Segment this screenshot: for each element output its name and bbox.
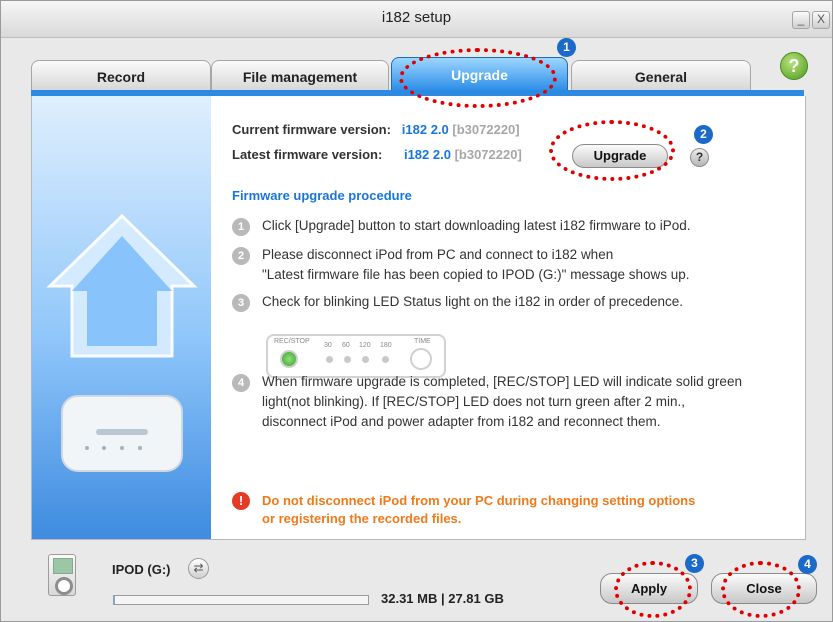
badge-4-icon: 4 bbox=[798, 555, 817, 574]
annotation-ellipse-close bbox=[721, 561, 801, 618]
led-label-60: 60 bbox=[342, 342, 350, 349]
procedure-step-2: 2 Please disconnect iPod from PC and con… bbox=[232, 245, 690, 285]
led-60-icon bbox=[344, 356, 351, 363]
warning-text: Do not disconnect iPod from your PC duri… bbox=[262, 493, 696, 526]
storage-usage: 32.31 MB | 27.81 GB bbox=[381, 591, 504, 606]
current-firmware-row: Current firmware version: i182 2.0 [b307… bbox=[232, 122, 520, 137]
current-firmware-label: Current firmware version: bbox=[232, 122, 391, 137]
rec-stop-led-icon bbox=[280, 350, 298, 368]
device-name: IPOD (G:) bbox=[112, 562, 171, 577]
time-button-icon bbox=[410, 348, 432, 370]
led-120-icon bbox=[362, 356, 369, 363]
storage-progress-bar bbox=[113, 595, 369, 605]
help-icon[interactable]: ? bbox=[780, 52, 808, 80]
warning-message: ! Do not disconnect iPod from your PC du… bbox=[232, 492, 695, 528]
step-number-icon: 4 bbox=[232, 374, 250, 392]
latest-firmware-label: Latest firmware version: bbox=[232, 147, 383, 162]
upload-arrow-icon bbox=[46, 213, 198, 472]
led-label-30: 30 bbox=[324, 342, 332, 349]
led-label-time: TIME bbox=[414, 338, 431, 345]
led-label-180: 180 bbox=[380, 342, 392, 349]
status-bar bbox=[1, 541, 832, 621]
upgrade-help-icon[interactable]: ? bbox=[690, 148, 709, 167]
upgrade-panel: Current firmware version: i182 2.0 [b307… bbox=[31, 96, 806, 540]
procedure-step-4: 4 When firmware upgrade is completed, [R… bbox=[232, 372, 742, 432]
badge-1-icon: 1 bbox=[557, 38, 576, 57]
tab-record[interactable]: Record bbox=[31, 60, 211, 91]
procedure-step-1: 1 Click [Upgrade] button to start downlo… bbox=[232, 216, 690, 236]
current-firmware-version: i182 2.0 bbox=[401, 122, 449, 137]
annotation-ellipse-upgrade-button bbox=[549, 120, 675, 181]
led-30-icon bbox=[326, 356, 333, 363]
refresh-icon[interactable]: ⇄ bbox=[188, 558, 209, 579]
close-window-button[interactable]: X bbox=[812, 11, 830, 29]
step-number-icon: 3 bbox=[232, 294, 250, 312]
latest-firmware-version: i182 2.0 bbox=[403, 147, 451, 162]
window-title: i182 setup bbox=[381, 9, 452, 26]
step-text: Click [Upgrade] button to start download… bbox=[262, 218, 691, 233]
warning-icon: ! bbox=[232, 492, 250, 510]
tab-file-management[interactable]: File management bbox=[211, 60, 389, 91]
annotation-ellipse-upgrade-tab bbox=[399, 48, 557, 108]
procedure-title: Firmware upgrade procedure bbox=[232, 188, 412, 203]
current-firmware-build: [b3072220] bbox=[452, 122, 520, 137]
tab-general[interactable]: General bbox=[571, 60, 751, 91]
led-label-120: 120 bbox=[359, 342, 371, 349]
led-label-rec-stop: REC/STOP bbox=[274, 338, 310, 345]
device-illustration bbox=[32, 96, 211, 539]
minimize-button[interactable]: _ bbox=[792, 11, 810, 29]
badge-3-icon: 3 bbox=[685, 554, 704, 573]
led-180-icon bbox=[382, 356, 389, 363]
latest-firmware-row: Latest firmware version: i182 2.0 [b3072… bbox=[232, 147, 522, 162]
step-text: Check for blinking LED Status light on t… bbox=[262, 294, 683, 309]
ipod-icon bbox=[48, 554, 76, 596]
step-text: Please disconnect iPod from PC and conne… bbox=[262, 247, 690, 282]
step-text: When firmware upgrade is completed, [REC… bbox=[262, 374, 742, 429]
title-bar: i182 setup _ X bbox=[1, 1, 832, 38]
step-number-icon: 2 bbox=[232, 247, 250, 265]
step-number-icon: 1 bbox=[232, 218, 250, 236]
annotation-ellipse-apply bbox=[614, 561, 692, 618]
badge-2-icon: 2 bbox=[694, 125, 713, 144]
latest-firmware-build: [b3072220] bbox=[454, 147, 522, 162]
procedure-step-3: 3 Check for blinking LED Status light on… bbox=[232, 292, 683, 312]
setup-window: i182 setup _ X ? Record File management … bbox=[0, 0, 833, 622]
